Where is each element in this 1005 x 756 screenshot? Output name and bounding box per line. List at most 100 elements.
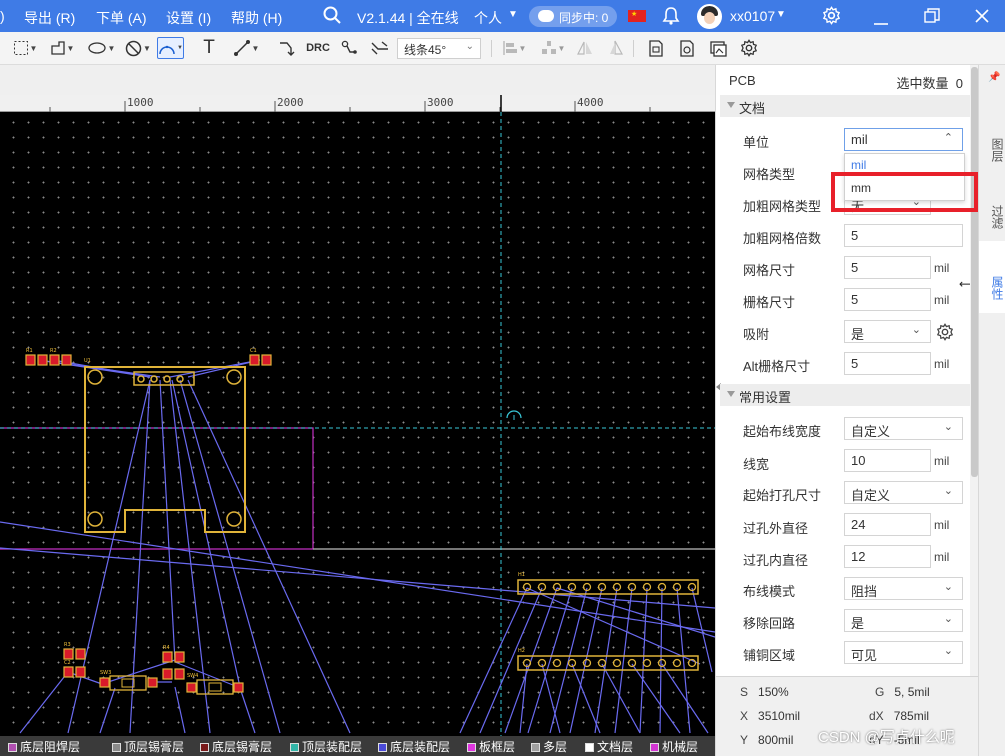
- menu-item-partial[interactable]: ): [0, 8, 5, 24]
- header-pin: [597, 658, 607, 668]
- polyline-tool-button[interactable]: ▼: [47, 37, 77, 59]
- import-button[interactable]: [645, 37, 667, 59]
- user-name[interactable]: xx0107: [730, 8, 775, 24]
- via-tool-button[interactable]: [338, 37, 360, 59]
- mode-select[interactable]: 个人: [474, 8, 502, 28]
- gear-icon[interactable]: [936, 323, 954, 346]
- tab-filter[interactable]: 过滤: [979, 179, 1005, 241]
- route-mode-select[interactable]: 阻挡 ⌄: [844, 577, 963, 600]
- grid-readout: G 5, 5mil: [875, 685, 930, 699]
- unit-select[interactable]: mil ⌃: [844, 128, 963, 151]
- route-angle-select[interactable]: 线条45° ⌄: [397, 38, 481, 59]
- distribute-button[interactable]: ▼: [537, 37, 569, 59]
- layer-swatch: [467, 743, 476, 752]
- layer-item[interactable]: 底层阻焊层: [8, 738, 80, 755]
- y-readout: Y 800mil: [740, 733, 794, 747]
- pcb-canvas-area[interactable]: 1000 2000 3000 4000 R1 R2 U1 C1 H1 H2 R3…: [0, 65, 715, 736]
- component-label: C1: [250, 348, 257, 354]
- image-button[interactable]: [707, 37, 729, 59]
- section-title: 常用设置: [739, 390, 792, 405]
- grid-size-input[interactable]: 5: [844, 256, 931, 279]
- snap-grid-unit: mil: [934, 293, 950, 307]
- layer-item[interactable]: 文档层: [585, 738, 633, 755]
- via-outer-label: 过孔外直径: [743, 521, 809, 536]
- section-common-settings[interactable]: 常用设置: [720, 384, 970, 406]
- unit-option-mil[interactable]: mil: [851, 158, 866, 172]
- flag-icon[interactable]: ★: [628, 10, 646, 22]
- minimize-icon[interactable]: [873, 14, 889, 29]
- layer-item[interactable]: 顶层锡膏层: [112, 738, 184, 755]
- search-icon[interactable]: [322, 5, 342, 28]
- route-width-select[interactable]: 自定义 ⌄: [844, 417, 963, 440]
- scrollbar-thumb[interactable]: [971, 67, 978, 477]
- tab-layers[interactable]: 图层: [979, 109, 1005, 179]
- layer-label: 底层锡膏层: [212, 740, 273, 754]
- bell-icon[interactable]: [662, 6, 680, 29]
- avatar[interactable]: [697, 4, 722, 29]
- version-label: V2.1.44 | 全在线: [357, 10, 459, 26]
- restore-icon[interactable]: [924, 8, 940, 27]
- highlight-box: [831, 172, 978, 212]
- copper-area-select[interactable]: 可见 ⌄: [844, 641, 963, 664]
- route-width-label: 起始布线宽度: [743, 424, 822, 439]
- snap-grid-input[interactable]: 5: [844, 288, 931, 311]
- alt-grid-input[interactable]: 5: [844, 352, 931, 375]
- forbid-region-button[interactable]: ▼: [122, 37, 154, 59]
- header-pin: [627, 658, 637, 668]
- flip-horizontal-button[interactable]: [575, 37, 595, 59]
- gear-icon[interactable]: [738, 37, 760, 59]
- via-size-select[interactable]: 自定义 ⌄: [844, 481, 963, 504]
- dimension-tool-button[interactable]: ▼: [230, 37, 262, 59]
- layer-item[interactable]: 机械层: [650, 738, 698, 755]
- via-outer-unit: mil: [934, 518, 950, 532]
- gear-icon[interactable]: [822, 6, 841, 28]
- sync-status[interactable]: 同步中: 0: [529, 6, 617, 27]
- menu-export[interactable]: 导出 (R): [24, 8, 75, 28]
- layer-label: 底层装配层: [390, 740, 451, 754]
- header-pin: [522, 582, 532, 592]
- layer-item[interactable]: 底层锡膏层: [200, 738, 272, 755]
- route-tool-button[interactable]: [276, 37, 298, 59]
- drc-button[interactable]: DRC: [305, 37, 331, 59]
- layer-item[interactable]: 多层: [531, 738, 567, 755]
- via-outer-input[interactable]: 24: [844, 513, 931, 536]
- text-tool-button[interactable]: T: [198, 37, 220, 59]
- line-width-label: 线宽: [743, 457, 770, 472]
- layer-swatch: [200, 743, 209, 752]
- layer-label: 顶层装配层: [302, 740, 363, 754]
- layer-item[interactable]: 板框层: [467, 738, 515, 755]
- bold-grid-multiple-input[interactable]: 5: [844, 224, 963, 247]
- pin-icon[interactable]: 📌: [988, 72, 1000, 83]
- layer-swatch: [290, 743, 299, 752]
- camera-button[interactable]: [676, 37, 698, 59]
- layer-label: 底层阻焊层: [20, 740, 81, 754]
- properties-panel: PCB 选中数量 0 文档 单位 mil ⌃ mil mm 网格类型 加粗网格类型…: [715, 65, 979, 676]
- differential-route-button[interactable]: [369, 37, 391, 59]
- via-inner-input[interactable]: 12: [844, 545, 931, 568]
- flip-vertical-button[interactable]: [605, 37, 625, 59]
- ellipse-tool-button[interactable]: ▼: [85, 37, 117, 59]
- line-width-input[interactable]: 10: [844, 449, 931, 472]
- layer-item[interactable]: 底层装配层: [378, 738, 450, 755]
- chevron-down-icon[interactable]: ▼: [508, 9, 518, 20]
- remove-loop-label: 移除回路: [743, 616, 796, 631]
- alt-grid-unit: mil: [934, 357, 950, 371]
- section-document[interactable]: 文档: [720, 95, 970, 117]
- chevron-down-icon[interactable]: ▼: [776, 9, 786, 20]
- remove-loop-select[interactable]: 是 ⌄: [844, 609, 963, 632]
- tab-properties[interactable]: 属性: [979, 241, 1005, 313]
- select-tool-button[interactable]: ▼: [10, 37, 40, 59]
- menu-order[interactable]: 下单 (A): [96, 8, 147, 28]
- via-size-value: 自定义: [851, 488, 891, 503]
- align-button[interactable]: ▼: [498, 37, 530, 59]
- close-icon[interactable]: [974, 8, 990, 27]
- snap-select[interactable]: 是 ⌄: [844, 320, 931, 343]
- menu-help[interactable]: 帮助 (H): [231, 8, 282, 28]
- header-pin: [552, 658, 562, 668]
- selected-count: 选中数量 0: [897, 73, 963, 92]
- pcb-board[interactable]: R1 R2 U1 C1 H1 H2 R3 C2 SW3 R4 SW4: [0, 112, 715, 736]
- menu-settings[interactable]: 设置 (I): [166, 8, 211, 28]
- via-inner-unit: mil: [934, 550, 950, 564]
- arc-tool-button[interactable]: ▼: [157, 37, 184, 59]
- layer-item[interactable]: 顶层装配层: [290, 738, 362, 755]
